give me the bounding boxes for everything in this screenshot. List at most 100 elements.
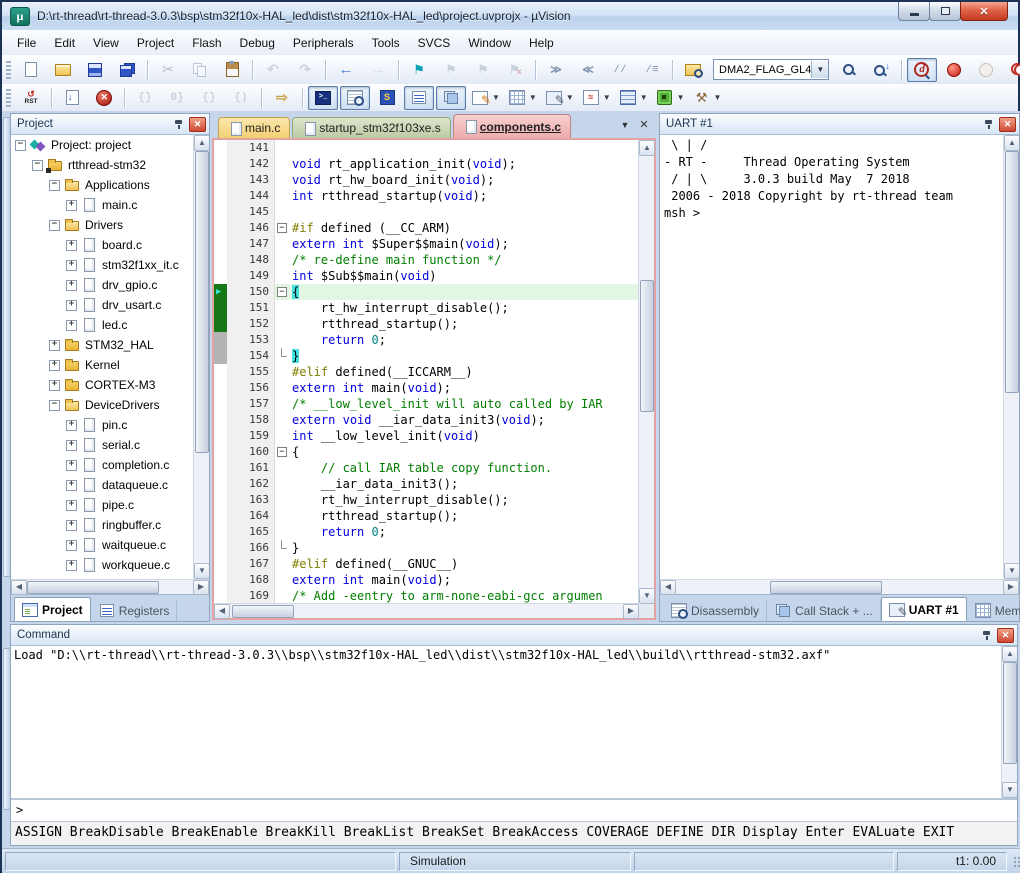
code-line-168[interactable]: 168extern int main(void); bbox=[214, 572, 639, 588]
minimize-button[interactable] bbox=[898, 2, 930, 21]
tree-item-rtthread-stm32[interactable]: −rtthread-stm32 bbox=[11, 155, 194, 175]
dropdown-arrow-icon[interactable]: ▼ bbox=[677, 93, 685, 102]
expand-icon[interactable]: + bbox=[66, 480, 77, 491]
command-vscrollbar[interactable] bbox=[1001, 646, 1017, 798]
next-bookmark-button[interactable]: ⚑ bbox=[468, 58, 498, 82]
call-stack-window-button[interactable] bbox=[436, 86, 466, 110]
scroll-thumb[interactable] bbox=[770, 581, 882, 594]
tab-components-c[interactable]: components.c bbox=[453, 114, 571, 138]
scroll-thumb[interactable] bbox=[640, 280, 654, 412]
menu-tools[interactable]: Tools bbox=[363, 33, 409, 53]
pin-icon[interactable] bbox=[172, 118, 185, 131]
code-line-142[interactable]: 142void rt_application_init(void); bbox=[214, 156, 639, 172]
expand-icon[interactable]: + bbox=[66, 500, 77, 511]
scroll-thumb[interactable] bbox=[232, 605, 294, 618]
tree-item-drv-gpio-c[interactable]: +drv_gpio.c bbox=[11, 275, 194, 295]
cut-button[interactable]: ✂ bbox=[153, 58, 183, 82]
code-line-149[interactable]: 149int $Sub$$main(void) bbox=[214, 268, 639, 284]
toolbar-grip[interactable] bbox=[6, 89, 11, 107]
disassembly-window-button[interactable] bbox=[340, 86, 370, 110]
scroll-up-icon[interactable] bbox=[639, 140, 655, 156]
code-line-169[interactable]: 169/* Add -eentry to arm-none-eabi-gcc a… bbox=[214, 588, 639, 604]
expand-icon[interactable]: + bbox=[66, 420, 77, 431]
close-panel-icon[interactable] bbox=[999, 117, 1016, 132]
scroll-down-icon[interactable] bbox=[639, 588, 655, 604]
code-line-163[interactable]: 163 rt_hw_interrupt_disable(); bbox=[214, 492, 639, 508]
expand-icon[interactable]: + bbox=[66, 560, 77, 571]
open-file-button[interactable] bbox=[48, 58, 78, 82]
scroll-right-icon[interactable] bbox=[623, 604, 639, 619]
find-combo[interactable]: DMA2_FLAG_GL4▼ bbox=[713, 59, 829, 80]
project-tree-hscrollbar[interactable] bbox=[11, 579, 209, 594]
show-next-statement-button[interactable]: ⇨ bbox=[267, 86, 297, 110]
expand-icon[interactable]: + bbox=[66, 240, 77, 251]
tree-item-dataqueue-c[interactable]: +dataqueue.c bbox=[11, 475, 194, 495]
scroll-left-icon[interactable] bbox=[11, 580, 27, 595]
code-line-156[interactable]: 156extern int main(void); bbox=[214, 380, 639, 396]
toolbox-button[interactable]: ⚒▼ bbox=[690, 86, 725, 110]
run-button[interactable]: ↓ bbox=[57, 86, 87, 110]
unindent-button[interactable]: ≪ bbox=[573, 58, 603, 82]
copy-button[interactable] bbox=[185, 58, 215, 82]
project-panel-header[interactable]: Project bbox=[11, 114, 209, 135]
tab-registers[interactable]: Registers bbox=[91, 599, 178, 621]
tree-item-drivers[interactable]: −Drivers bbox=[11, 215, 194, 235]
uart-vscrollbar[interactable] bbox=[1003, 135, 1019, 579]
find-button[interactable] bbox=[834, 58, 864, 82]
close-panel-icon[interactable] bbox=[997, 628, 1014, 643]
editor-vscrollbar[interactable] bbox=[638, 140, 654, 604]
menu-file[interactable]: File bbox=[8, 33, 45, 53]
redo-button[interactable]: ↷ bbox=[290, 58, 320, 82]
uncomment-selection-button[interactable]: ∕≡ bbox=[637, 58, 667, 82]
close-document-icon[interactable]: ✕ bbox=[636, 118, 652, 133]
fold-collapse-icon[interactable] bbox=[275, 284, 289, 300]
code-line-166[interactable]: 166} bbox=[214, 540, 639, 556]
tab-main-c[interactable]: main.c bbox=[218, 117, 290, 138]
expand-icon[interactable]: + bbox=[66, 520, 77, 531]
command-window-button[interactable]: >_ bbox=[308, 86, 338, 110]
tab-disassembly[interactable]: Disassembly bbox=[663, 599, 767, 621]
scroll-down-icon[interactable] bbox=[194, 563, 209, 579]
incremental-find-button[interactable]: ↓ bbox=[866, 58, 896, 82]
code-line-157[interactable]: 157/* __low_level_init will auto called … bbox=[214, 396, 639, 412]
tree-item-waitqueue-c[interactable]: +waitqueue.c bbox=[11, 535, 194, 555]
system-viewer-button[interactable]: ▼ bbox=[653, 86, 688, 110]
code-line-159[interactable]: 159int __low_level_init(void) bbox=[214, 428, 639, 444]
restore-button[interactable] bbox=[929, 2, 961, 21]
memory-windows-button[interactable]: ▼ bbox=[505, 86, 540, 110]
menu-window[interactable]: Window bbox=[459, 33, 520, 53]
title-bar[interactable]: D:\rt-thread\rt-thread-3.0.3\bsp\stm32f1… bbox=[2, 2, 1018, 31]
scroll-down-icon[interactable] bbox=[1004, 563, 1019, 579]
clear-bookmarks-button[interactable]: ⚑x bbox=[500, 58, 530, 82]
step-out-button[interactable]: {} bbox=[194, 86, 224, 110]
disable-all-breakpoints-button[interactable] bbox=[1003, 58, 1020, 82]
menu-debug[interactable]: Debug bbox=[231, 33, 284, 53]
save-button[interactable] bbox=[80, 58, 110, 82]
watch-windows-button[interactable]: ✎▼ bbox=[468, 86, 503, 110]
analysis-windows-button[interactable]: ≈▼ bbox=[579, 86, 614, 110]
save-all-button[interactable] bbox=[112, 58, 142, 82]
menu-edit[interactable]: Edit bbox=[45, 33, 84, 53]
collapse-icon[interactable]: − bbox=[49, 220, 60, 231]
run-to-cursor-button[interactable]: {) bbox=[226, 86, 256, 110]
tree-item-pin-c[interactable]: +pin.c bbox=[11, 415, 194, 435]
tree-item-led-c[interactable]: +led.c bbox=[11, 315, 194, 335]
scroll-up-icon[interactable] bbox=[194, 135, 209, 151]
code-line-143[interactable]: 143void rt_hw_board_init(void); bbox=[214, 172, 639, 188]
collapse-icon[interactable]: − bbox=[49, 400, 60, 411]
pin-icon[interactable] bbox=[982, 118, 995, 131]
scroll-right-icon[interactable] bbox=[193, 580, 209, 595]
indent-button[interactable]: ≫ bbox=[541, 58, 571, 82]
tree-item-devicedrivers[interactable]: −DeviceDrivers bbox=[11, 395, 194, 415]
reset-cpu-button[interactable]: ↺RST bbox=[16, 86, 46, 110]
insert-bookmark-button[interactable]: ⚑ bbox=[404, 58, 434, 82]
toolbar-grip[interactable] bbox=[6, 61, 11, 79]
code-line-158[interactable]: 158extern void __iar_data_init3(void); bbox=[214, 412, 639, 428]
dropdown-arrow-icon[interactable]: ▼ bbox=[529, 93, 537, 102]
scroll-up-icon[interactable] bbox=[1002, 646, 1017, 662]
tab-uart-1[interactable]: ✎UART #1 bbox=[881, 597, 967, 621]
expand-icon[interactable]: + bbox=[66, 320, 77, 331]
tree-item-serial-c[interactable]: +serial.c bbox=[11, 435, 194, 455]
collapse-icon[interactable]: − bbox=[32, 160, 43, 171]
tree-item-workqueue-c[interactable]: +workqueue.c bbox=[11, 555, 194, 575]
